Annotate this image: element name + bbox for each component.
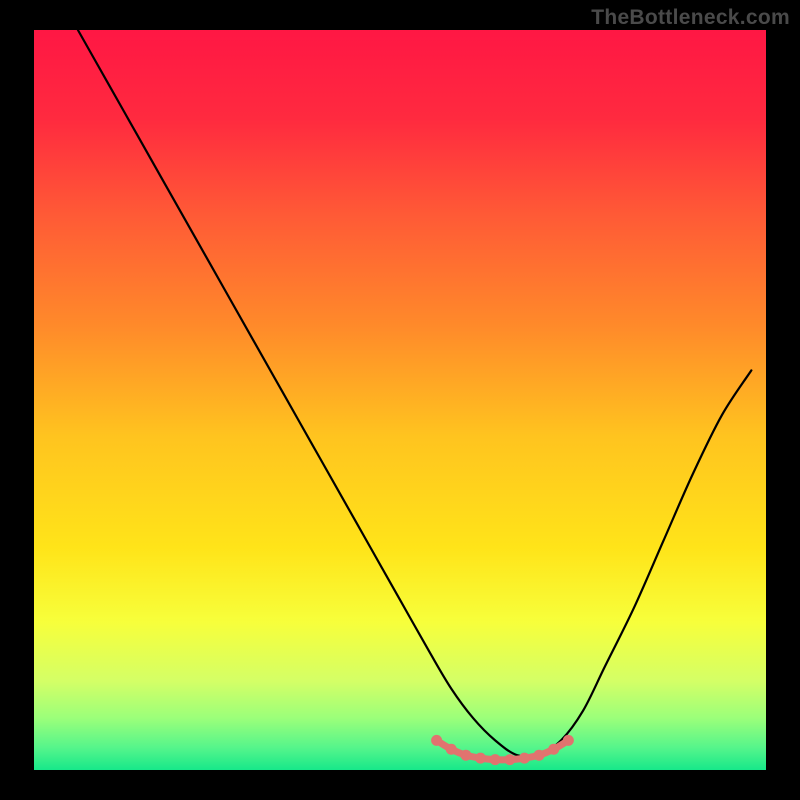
bottleneck-chart: TheBottleneck.com: [0, 0, 800, 800]
marker-optimal-range: [460, 750, 471, 761]
marker-optimal-range: [504, 754, 515, 765]
watermark-text: TheBottleneck.com: [591, 6, 790, 30]
marker-optimal-range: [519, 753, 530, 764]
marker-optimal-range: [490, 754, 501, 765]
gradient-background: [34, 30, 766, 770]
marker-optimal-range: [548, 744, 559, 755]
marker-optimal-range: [446, 744, 457, 755]
marker-optimal-range: [534, 750, 545, 761]
marker-optimal-range: [563, 735, 574, 746]
marker-optimal-range: [431, 735, 442, 746]
chart-canvas: [0, 0, 800, 800]
marker-optimal-range: [475, 753, 486, 764]
